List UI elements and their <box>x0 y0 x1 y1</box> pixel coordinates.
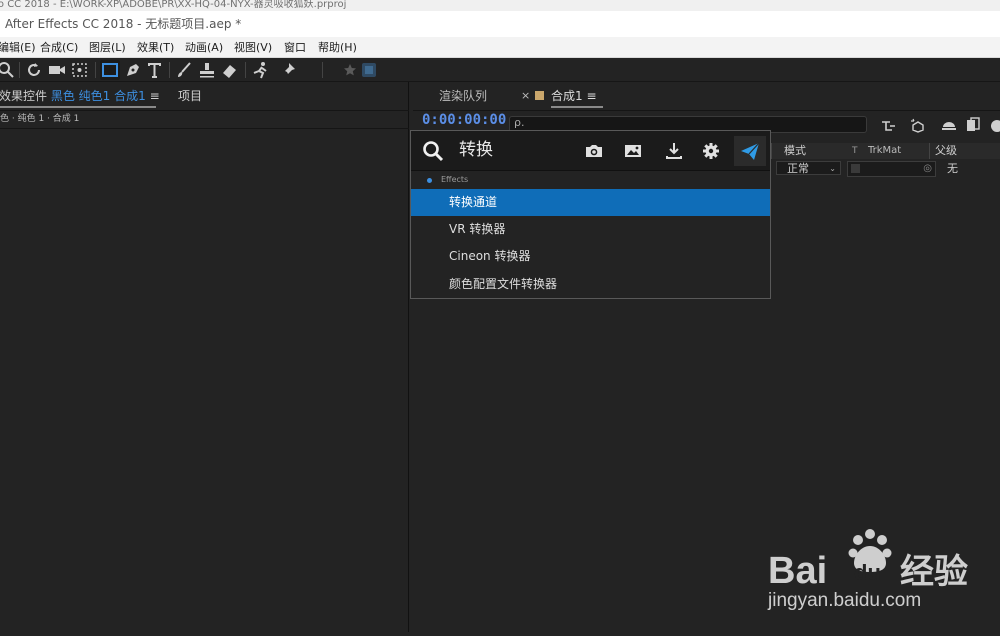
baidu-jingyan-watermark: Bai du 经验 jingyan.baidu.com <box>760 520 1000 632</box>
watermark-brand-cn: 经验 <box>900 552 968 592</box>
send-icon[interactable] <box>734 136 766 166</box>
tab-render-queue[interactable]: 渲染队列 <box>439 88 487 104</box>
popup-search-query[interactable]: 转换 <box>459 139 493 161</box>
star-icon[interactable] <box>340 60 360 80</box>
right-panel-tabs: 渲染队列 × 合成1 ≡ <box>413 82 1000 111</box>
watermark-brand-du: du <box>854 560 881 585</box>
image-icon[interactable] <box>622 140 644 162</box>
layer-row: 正常 ⌄ ◎ 无 <box>771 160 1000 178</box>
effect-controls-panel: 效果控件 黑色 纯色1 合成1 ≡ 项目 色 · 纯色 1 · 合成 1 <box>0 82 409 632</box>
panel-menu-icon[interactable]: ≡ <box>586 89 596 103</box>
tools-toolbar <box>0 58 1000 82</box>
comp-color-swatch <box>535 91 544 100</box>
tab-close-icon[interactable]: × <box>521 88 530 104</box>
category-bullet-icon <box>427 178 432 183</box>
effect-controls-breadcrumb: 色 · 纯色 1 · 合成 1 <box>0 110 409 129</box>
timeline-column-header: 模式 T TrkMat 父级 <box>771 143 1000 159</box>
menu-layer[interactable]: 图层(L) <box>89 37 126 58</box>
menu-window[interactable]: 窗口 <box>284 37 306 58</box>
zoom-tool-icon[interactable] <box>0 60 16 80</box>
tab-composition[interactable]: 合成1 ≡ <box>551 88 603 108</box>
menu-bar: 编辑(E) 合成(C) 图层(L) 效果(T) 动画(A) 视图(V) 窗口 帮… <box>0 37 1000 58</box>
column-t[interactable]: T <box>852 143 858 159</box>
column-trkmat[interactable]: TrkMat <box>868 143 901 159</box>
menu-effect[interactable]: 效果(T) <box>137 37 174 58</box>
watermark-url: jingyan.baidu.com <box>767 590 921 611</box>
menu-animation[interactable]: 动画(A) <box>185 37 223 58</box>
watermark-brand-left: Bai <box>768 550 827 592</box>
result-item[interactable]: Cineon 转换器 <box>411 243 770 270</box>
popup-category-label: Effects <box>441 175 469 184</box>
current-time-display[interactable]: 0:00:00:00 <box>422 110 506 130</box>
tab-effect-controls-layer: 黑色 纯色1 合成1 <box>50 89 146 103</box>
tab-effect-controls[interactable]: 效果控件 黑色 纯色1 合成1 ≡ <box>0 88 160 108</box>
trkmat-swatch <box>851 164 860 173</box>
type-tool-icon[interactable] <box>145 60 165 80</box>
search-icon <box>421 139 445 163</box>
menu-view[interactable]: 视图(V) <box>234 37 272 58</box>
rectangle-tool-icon[interactable] <box>100 60 120 80</box>
trkmat-dropdown[interactable]: ◎ <box>847 161 936 177</box>
snapping-icon[interactable] <box>359 60 379 80</box>
shy-layers-icon[interactable] <box>941 118 957 132</box>
chevron-down-icon: ⌄ <box>829 164 836 173</box>
effects-search-popup: 转换 Effects 转换通道 VR 转换器 Cineon 转换器 颜色配置文件… <box>410 130 771 299</box>
menu-composition[interactable]: 合成(C) <box>40 37 78 58</box>
tab-project[interactable]: 项目 <box>178 88 202 104</box>
search-icon: ρ. <box>514 116 525 129</box>
gear-icon[interactable] <box>700 140 722 162</box>
pan-behind-tool-icon[interactable] <box>70 60 90 80</box>
parent-value[interactable]: 无 <box>947 160 958 178</box>
pickwhip-icon[interactable]: ◎ <box>923 160 932 178</box>
rotate-tool-icon[interactable] <box>24 60 44 80</box>
mode-value: 正常 <box>787 162 809 175</box>
motion-blur-icon[interactable] <box>989 118 1000 132</box>
result-item[interactable]: 颜色配置文件转换器 <box>411 271 770 298</box>
puppet-pin-tool-icon[interactable] <box>278 60 298 80</box>
draft-3d-icon[interactable] <box>910 117 926 133</box>
mode-dropdown[interactable]: 正常 ⌄ <box>776 161 841 175</box>
popup-search-header: 转换 <box>411 131 770 171</box>
tab-effect-controls-label: 效果控件 <box>0 89 48 103</box>
download-icon[interactable] <box>663 140 685 162</box>
outer-window-title: ro CC 2018 - E:\WORK-XP\ADOBE\PR\XX-HQ-0… <box>0 0 1000 11</box>
menu-edit[interactable]: 编辑(E) <box>0 37 36 58</box>
camera-tool-icon[interactable] <box>47 60 67 80</box>
camera-icon[interactable] <box>583 140 605 162</box>
clone-stamp-tool-icon[interactable] <box>197 60 217 80</box>
panel-menu-icon[interactable]: ≡ <box>150 89 160 103</box>
result-item-selected[interactable]: 转换通道 <box>411 189 770 216</box>
left-panel-tabs: 效果控件 黑色 纯色1 合成1 ≡ 项目 <box>0 82 409 111</box>
brush-tool-icon[interactable] <box>174 60 194 80</box>
frame-blending-icon[interactable] <box>966 117 980 133</box>
column-parent[interactable]: 父级 <box>935 143 957 159</box>
pen-tool-icon[interactable] <box>123 60 143 80</box>
menu-help[interactable]: 帮助(H) <box>318 37 357 58</box>
column-mode[interactable]: 模式 <box>784 143 806 159</box>
eraser-tool-icon[interactable] <box>220 60 240 80</box>
result-item[interactable]: VR 转换器 <box>411 216 770 243</box>
tab-composition-label: 合成1 <box>551 89 583 103</box>
roto-brush-tool-icon[interactable] <box>250 60 270 80</box>
composition-flowchart-icon[interactable] <box>881 118 897 132</box>
app-title-bar: After Effects CC 2018 - 无标题项目.aep * <box>0 11 1000 37</box>
